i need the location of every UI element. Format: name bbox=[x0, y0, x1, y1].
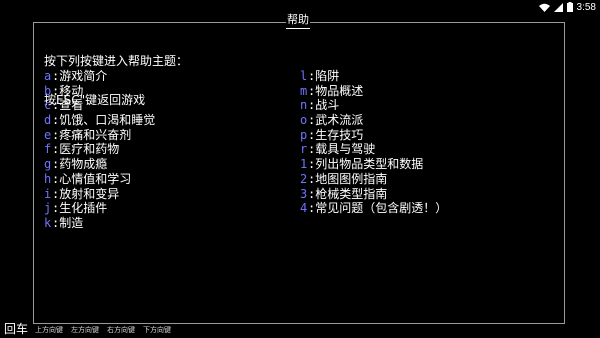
topic-item[interactable]: e:疼痛和兴奋剂 bbox=[44, 128, 155, 143]
topic-label: 游戏简介 bbox=[59, 69, 108, 83]
arrow-key-buttons: 上方向键 左方向键 右方向键 下方向键 bbox=[35, 326, 171, 335]
topic-label: 地图图例指南 bbox=[315, 171, 388, 186]
topic-key: m bbox=[300, 83, 308, 98]
intro-line-1: 按下列按键进入帮助主题： bbox=[44, 54, 189, 68]
topic-item[interactable]: d:饥饿、口渴和睡觉 bbox=[44, 113, 155, 128]
status-bar: 3:58 bbox=[0, 0, 600, 14]
topic-item[interactable]: j:生化插件 bbox=[44, 201, 155, 216]
topic-key: g bbox=[44, 157, 52, 172]
topic-label: 物品概述 bbox=[315, 83, 364, 98]
status-time: 3:58 bbox=[576, 1, 596, 13]
topic-item[interactable]: k:制造 bbox=[44, 216, 155, 231]
topic-label: 战斗 bbox=[315, 98, 340, 113]
up-key-button[interactable]: 上方向键 bbox=[35, 326, 63, 335]
topic-item[interactable]: c:查看 bbox=[44, 98, 155, 113]
topic-label: 心情值和学习 bbox=[59, 171, 132, 186]
topic-label: 移动 bbox=[59, 83, 84, 98]
topic-label: 常见问题（包含剧透！） bbox=[315, 201, 448, 216]
topic-list-right: l:陷阱 m:物品概述 n:战斗 o:武术流派 p:生存技巧 r:载具与驾驶 1… bbox=[300, 69, 447, 216]
topic-item[interactable]: 1:列出物品类型和数据 bbox=[300, 157, 447, 172]
topic-key: f bbox=[44, 142, 52, 157]
topic-item[interactable]: n:战斗 bbox=[300, 98, 447, 113]
topic-item[interactable]: i:放射和变异 bbox=[44, 187, 155, 202]
battery-icon bbox=[566, 2, 573, 12]
topic-key: h bbox=[44, 171, 52, 186]
virtual-key-bar: 回车 上方向键 左方向键 右方向键 下方向键 bbox=[0, 322, 600, 338]
topic-label: 列出物品类型和数据 bbox=[315, 157, 424, 172]
topic-key: j bbox=[44, 201, 52, 216]
topic-key: b bbox=[44, 83, 52, 98]
topic-item[interactable]: 2:地图图例指南 bbox=[300, 172, 447, 187]
topic-key: i bbox=[44, 186, 52, 201]
topic-key: 4 bbox=[300, 201, 308, 216]
topic-key: p bbox=[300, 127, 308, 142]
topic-label: 生化插件 bbox=[59, 201, 108, 216]
topic-key: 3 bbox=[300, 186, 308, 201]
topic-item[interactable]: l:陷阱 bbox=[300, 69, 447, 84]
topic-label: 饥饿、口渴和睡觉 bbox=[59, 113, 156, 128]
topic-key: e bbox=[44, 127, 52, 142]
enter-button[interactable]: 回车 bbox=[4, 322, 28, 337]
topic-list-left: a:游戏简介 b:移动 c:查看 d:饥饿、口渴和睡觉 e:疼痛和兴奋剂 f:医… bbox=[44, 69, 155, 231]
status-icons: 3:58 bbox=[538, 1, 596, 13]
wifi-icon bbox=[538, 3, 550, 12]
topic-label: 陷阱 bbox=[315, 69, 340, 83]
topic-item[interactable]: h:心情值和学习 bbox=[44, 172, 155, 187]
topic-key: 2 bbox=[300, 171, 308, 186]
topic-label: 生存技巧 bbox=[315, 127, 364, 142]
right-key-button[interactable]: 右方向键 bbox=[107, 326, 135, 335]
topic-item[interactable]: o:武术流派 bbox=[300, 113, 447, 128]
help-dialog-title-text: 帮助 bbox=[287, 13, 309, 26]
signal-icon bbox=[553, 2, 563, 12]
title-underline bbox=[286, 28, 310, 29]
help-dialog-title: 帮助 bbox=[286, 13, 310, 29]
topic-item[interactable]: p:生存技巧 bbox=[300, 128, 447, 143]
left-key-button[interactable]: 左方向键 bbox=[71, 326, 99, 335]
topic-label: 药物成瘾 bbox=[59, 157, 108, 172]
topic-item[interactable]: 4:常见问题（包含剧透！） bbox=[300, 201, 447, 216]
topic-key: l bbox=[300, 69, 308, 83]
topic-item[interactable]: f:医疗和药物 bbox=[44, 142, 155, 157]
topic-item[interactable]: r:载具与驾驶 bbox=[300, 142, 447, 157]
topic-item[interactable]: m:物品概述 bbox=[300, 84, 447, 99]
topic-key: c bbox=[44, 98, 52, 113]
topic-key: 1 bbox=[300, 157, 308, 172]
topic-label: 制造 bbox=[59, 215, 84, 230]
topic-label: 医疗和药物 bbox=[59, 142, 120, 157]
topic-label: 枪械类型指南 bbox=[315, 186, 388, 201]
topic-label: 武术流派 bbox=[315, 113, 364, 128]
topic-key: d bbox=[44, 113, 52, 128]
topic-label: 查看 bbox=[59, 98, 84, 113]
topic-key: r bbox=[300, 142, 308, 157]
topic-label: 放射和变异 bbox=[59, 186, 120, 201]
topic-key: k bbox=[44, 215, 52, 230]
topic-item[interactable]: a:游戏简介 bbox=[44, 69, 155, 84]
topic-item[interactable]: b:移动 bbox=[44, 84, 155, 99]
down-key-button[interactable]: 下方向键 bbox=[143, 326, 171, 335]
topic-key: a bbox=[44, 69, 52, 83]
topic-label: 载具与驾驶 bbox=[315, 142, 376, 157]
topic-item[interactable]: 3:枪械类型指南 bbox=[300, 187, 447, 202]
topic-item[interactable]: g:药物成瘾 bbox=[44, 157, 155, 172]
topic-key: n bbox=[300, 98, 308, 113]
topic-key: o bbox=[300, 113, 308, 128]
topic-label: 疼痛和兴奋剂 bbox=[59, 127, 132, 142]
